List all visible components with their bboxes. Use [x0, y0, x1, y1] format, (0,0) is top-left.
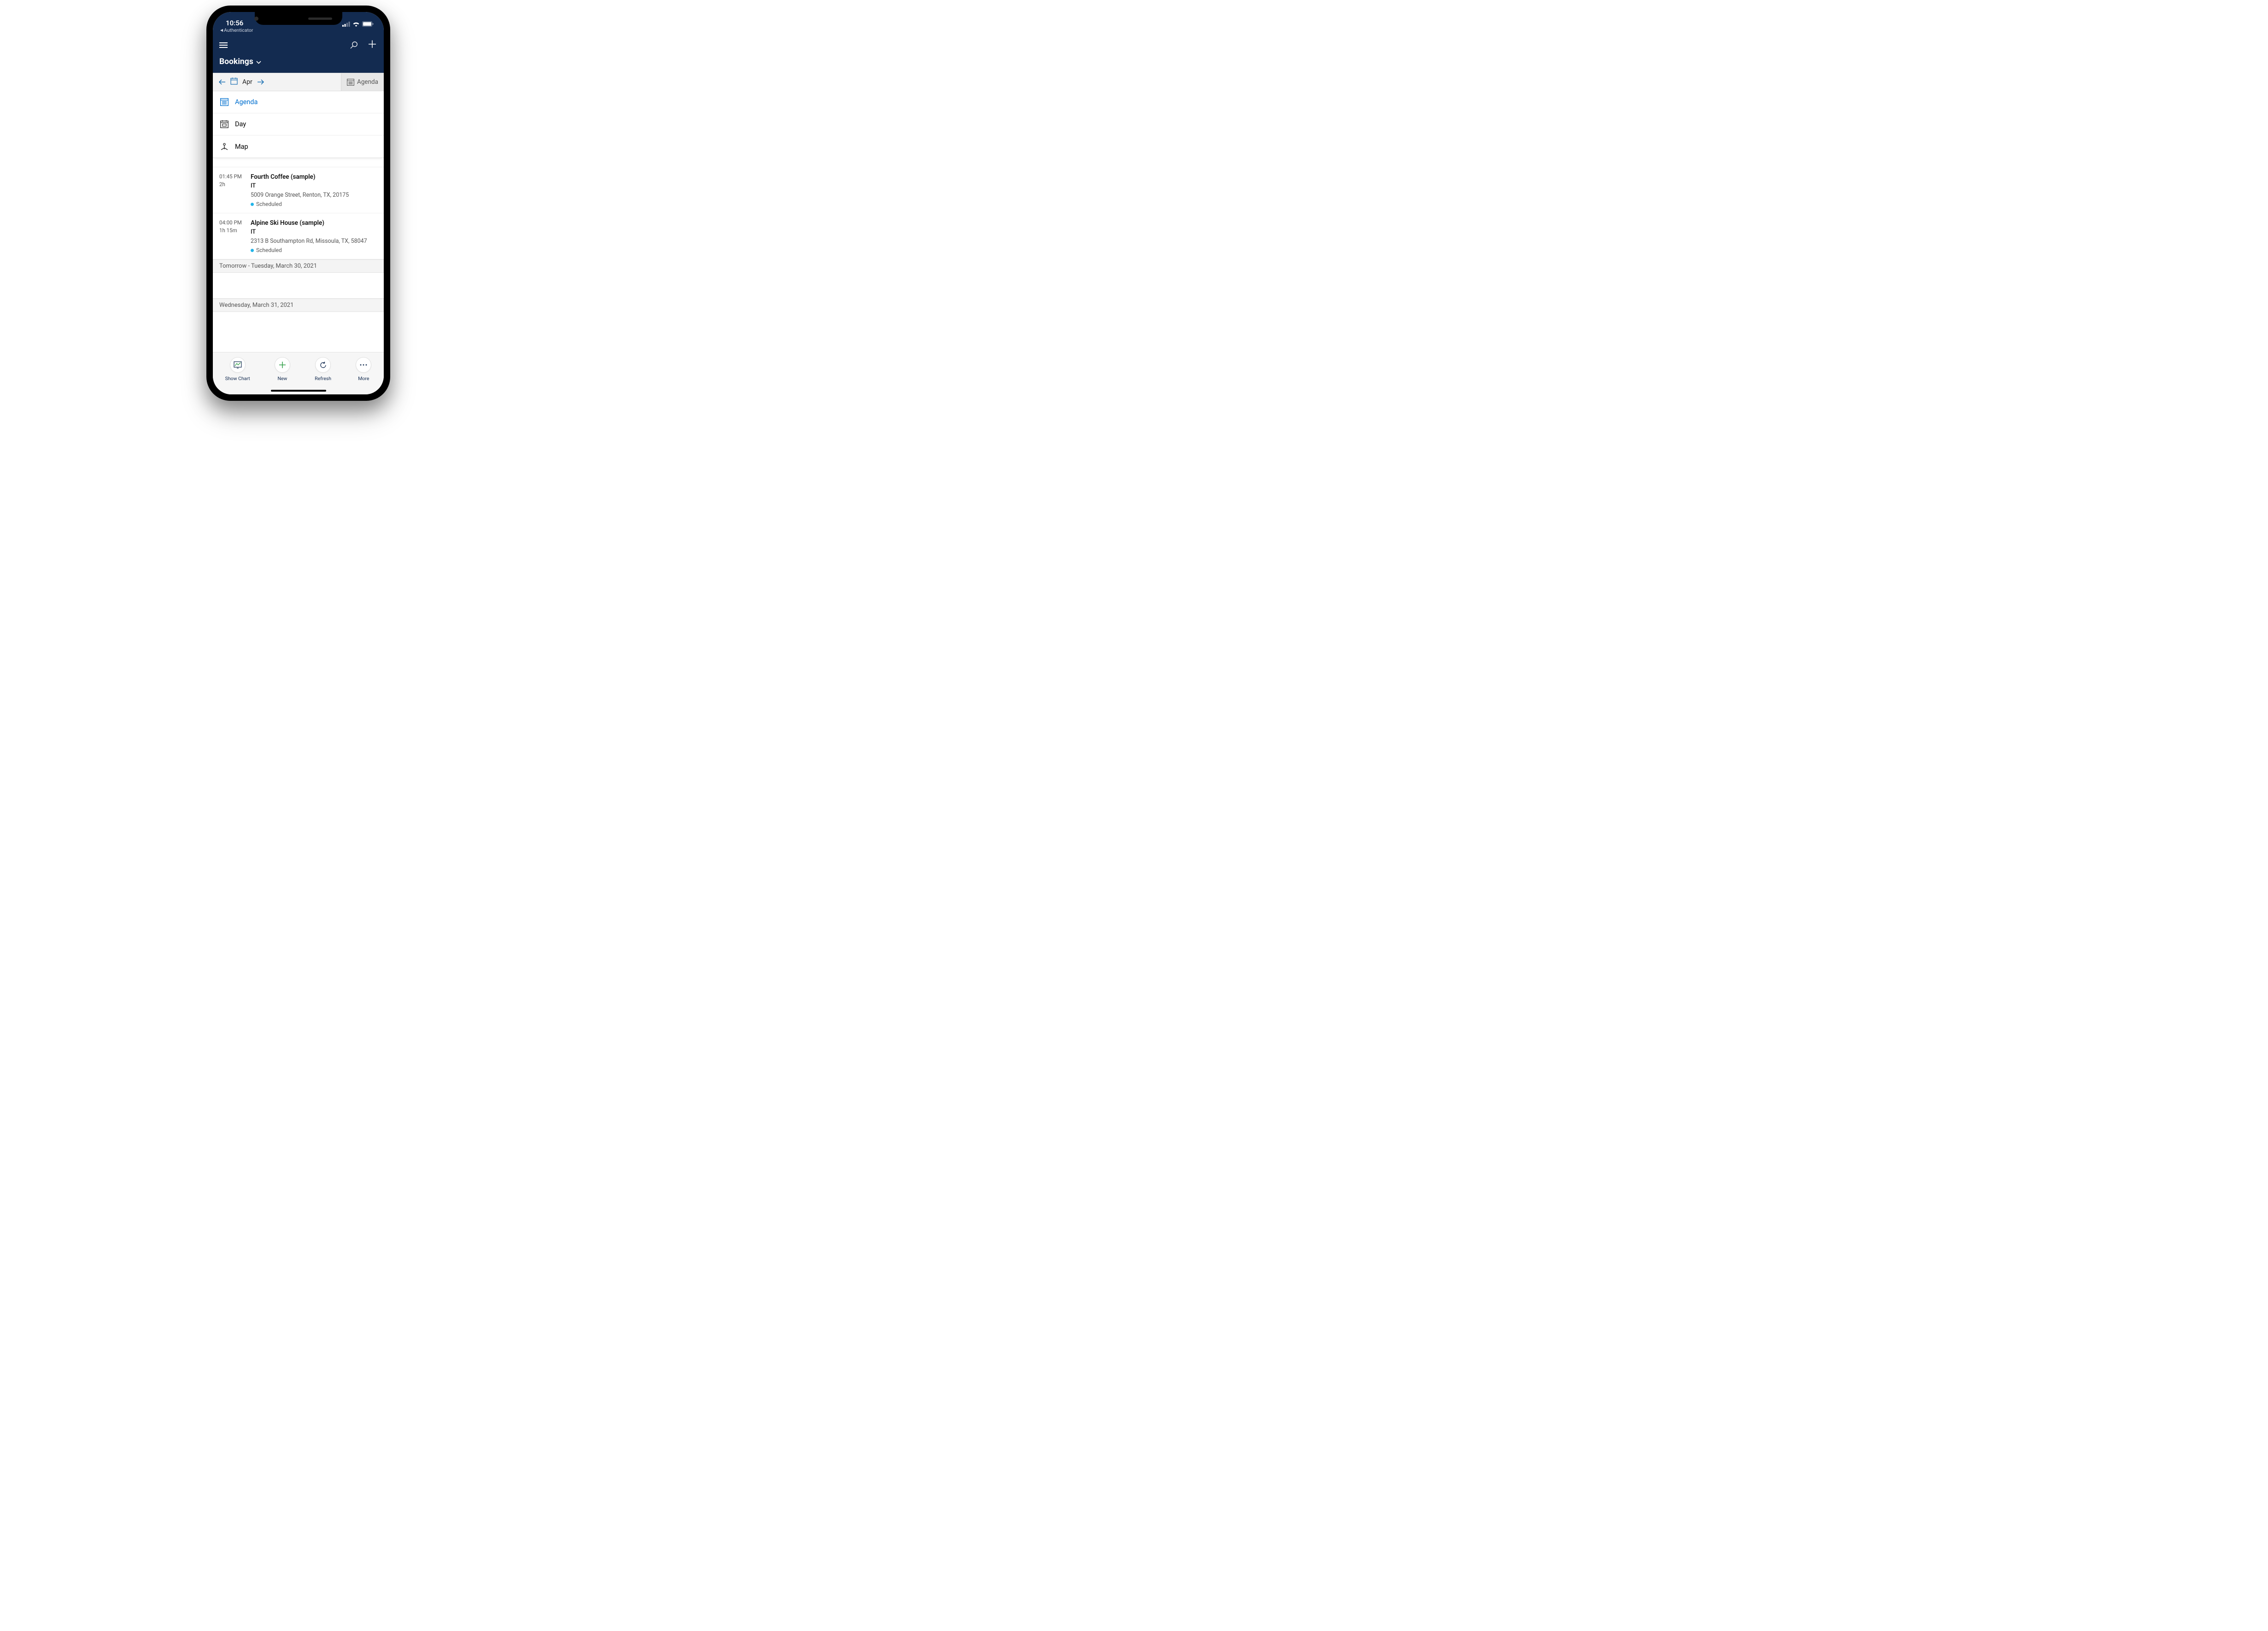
- booking-time: 01:45 PM: [219, 173, 247, 181]
- booking-duration: 1h 15m: [219, 227, 247, 235]
- refresh-button[interactable]: Refresh: [315, 357, 331, 381]
- view-switcher-menu: Agenda Day Map: [213, 91, 384, 158]
- day-icon: [220, 120, 229, 128]
- chart-icon: [234, 361, 242, 369]
- empty-day-slot: [213, 273, 384, 299]
- booking-status-label: Scheduled: [256, 246, 282, 254]
- ellipsis-icon: [360, 364, 367, 366]
- booking-item[interactable]: 01:45 PM 2h Fourth Coffee (sample) IT 50…: [213, 167, 384, 213]
- day-section-header: Wednesday, March 31, 2021: [213, 299, 384, 312]
- status-dot-icon: [251, 249, 254, 252]
- view-option-day[interactable]: Day: [213, 113, 384, 135]
- clipped-row: Scheduled: [213, 158, 384, 167]
- signal-icon: [342, 22, 350, 27]
- bottom-action-bar: Show Chart New Refresh More: [213, 352, 384, 394]
- view-switcher-button[interactable]: Agenda: [341, 73, 384, 91]
- date-selector-bar: Apr Agenda: [213, 73, 384, 91]
- previous-month-button[interactable]: [218, 79, 226, 85]
- button-label: More: [358, 375, 369, 381]
- agenda-list[interactable]: Scheduled 01:45 PM 2h Fourth Coffee (sam…: [213, 158, 384, 340]
- current-month-label: Apr: [242, 78, 252, 86]
- page-title-selector[interactable]: Bookings: [213, 54, 384, 73]
- back-to-app-label: Authenticator: [224, 27, 253, 33]
- chevron-down-icon: [256, 61, 261, 64]
- view-switcher-label: Agenda: [357, 78, 378, 86]
- empty-day-slot: [213, 312, 384, 340]
- page-title: Bookings: [219, 57, 253, 66]
- booking-duration: 2h: [219, 181, 247, 188]
- booking-item[interactable]: 04:00 PM 1h 15m Alpine Ski House (sample…: [213, 213, 384, 259]
- button-label: Refresh: [315, 375, 331, 381]
- status-dot-icon: [251, 203, 254, 206]
- view-option-agenda[interactable]: Agenda: [213, 91, 384, 113]
- wifi-icon: [352, 22, 360, 27]
- booking-address: 5009 Orange Street, Renton, TX, 20175: [251, 191, 377, 199]
- calendar-icon[interactable]: [230, 77, 238, 87]
- button-label: Show Chart: [225, 375, 250, 381]
- top-toolbar: ＋: [213, 36, 384, 54]
- view-option-label: Agenda: [235, 98, 258, 106]
- booking-status: Scheduled: [251, 246, 377, 254]
- device-notch: [255, 12, 342, 25]
- more-button[interactable]: More: [356, 357, 371, 381]
- booking-address: 2313 B Southampton Rd, Missoula, TX, 580…: [251, 237, 377, 246]
- back-to-app-link[interactable]: Authenticator: [213, 27, 384, 36]
- next-month-button[interactable]: [257, 79, 264, 85]
- booking-category: IT: [251, 228, 377, 236]
- menu-icon[interactable]: [219, 41, 228, 50]
- map-pin-icon: [220, 142, 229, 151]
- booking-status-label: Scheduled: [256, 200, 282, 208]
- plus-icon: [279, 361, 286, 369]
- status-time: 10:56: [226, 20, 243, 27]
- view-option-label: Day: [235, 120, 246, 128]
- screen: 10:56 Authenticator ＋ Bookings: [213, 12, 384, 394]
- refresh-icon: [319, 361, 327, 369]
- booking-status: Scheduled: [251, 200, 377, 208]
- booking-title: Alpine Ski House (sample): [251, 219, 377, 228]
- button-label: New: [277, 375, 287, 381]
- home-indicator[interactable]: [271, 390, 326, 392]
- view-option-label: Map: [235, 143, 248, 151]
- show-chart-button[interactable]: Show Chart: [225, 357, 250, 381]
- booking-time: 04:00 PM: [219, 219, 247, 227]
- phone-frame: 10:56 Authenticator ＋ Bookings: [206, 6, 390, 401]
- booking-category: IT: [251, 182, 377, 190]
- add-icon[interactable]: ＋: [367, 40, 377, 50]
- agenda-icon: [220, 98, 229, 106]
- search-icon[interactable]: [350, 41, 358, 49]
- agenda-icon: [347, 79, 354, 86]
- booking-title: Fourth Coffee (sample): [251, 173, 377, 182]
- view-option-map[interactable]: Map: [213, 135, 384, 158]
- new-button[interactable]: New: [275, 357, 290, 381]
- day-section-header: Tomorrow - Tuesday, March 30, 2021: [213, 259, 384, 273]
- status-indicators: [342, 21, 374, 27]
- battery-icon: [362, 21, 374, 27]
